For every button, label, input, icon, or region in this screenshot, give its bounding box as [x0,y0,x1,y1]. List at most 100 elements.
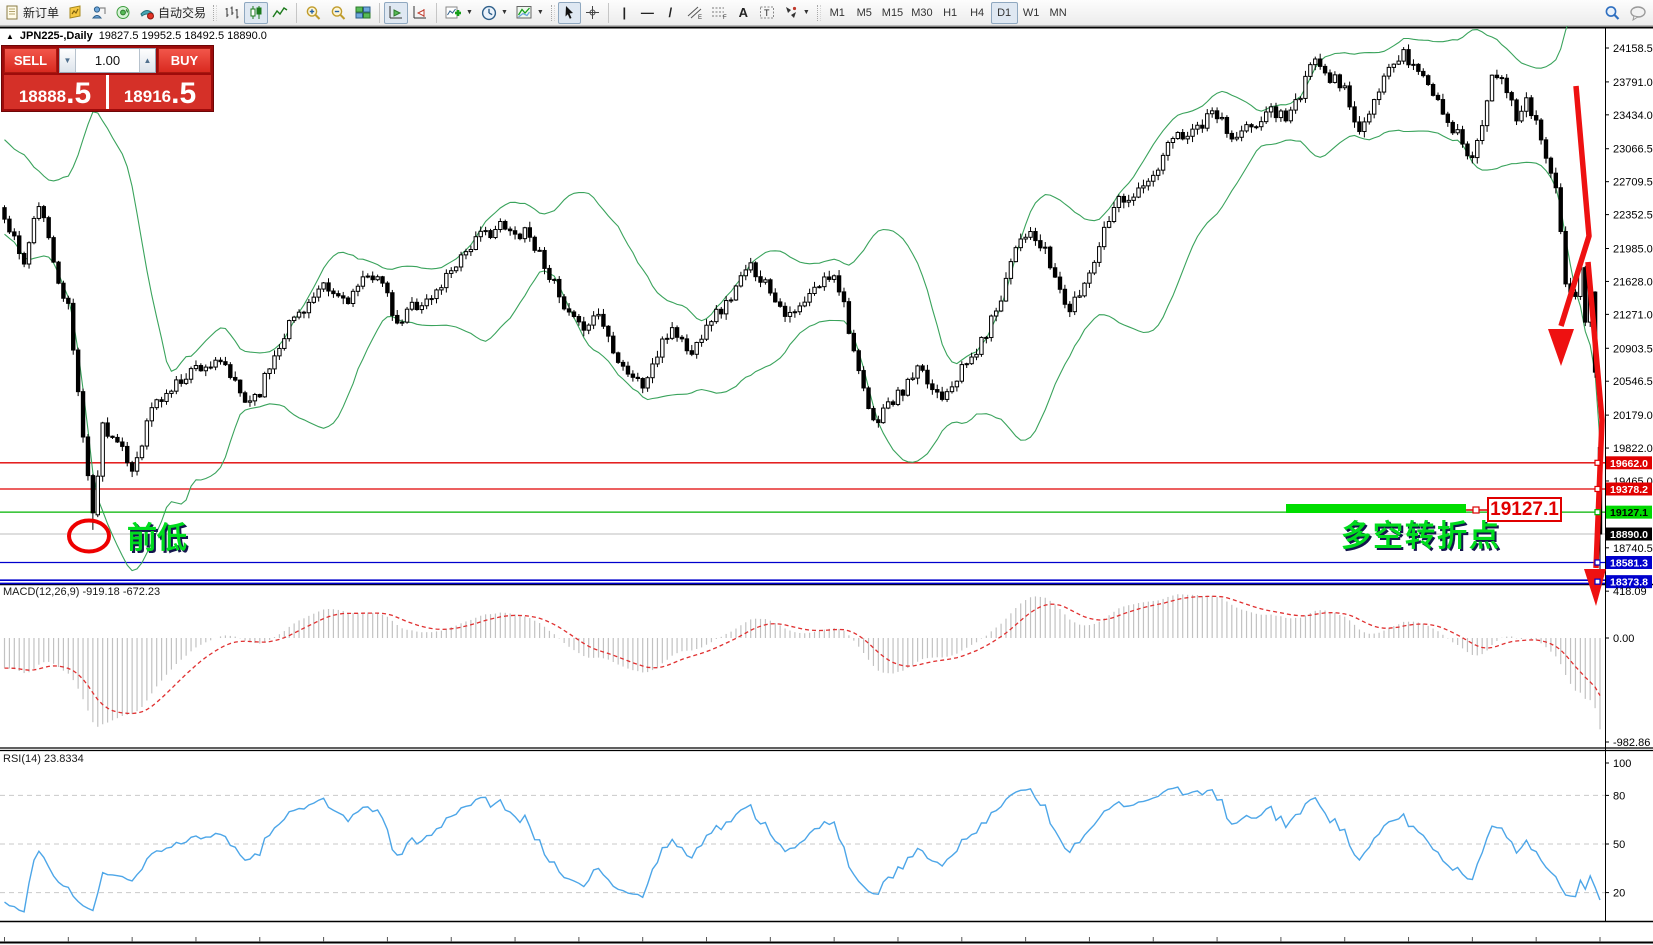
volume-input[interactable] [76,49,139,72]
sell-button[interactable]: SELL [4,48,57,73]
indicators-dropdown-caret[interactable]: ▼ [466,9,473,16]
auto-scroll-button[interactable] [384,2,408,24]
profiles-button[interactable] [63,2,87,24]
periods-icon [481,5,497,21]
horizontal-line-icon: — [641,5,654,20]
timeframe-m5[interactable]: M5 [851,2,878,24]
cursor-icon [562,5,576,20]
svg-text:19662.0: 19662.0 [1610,458,1648,470]
fibonacci-button[interactable]: F [707,2,732,24]
chart-window: 24158.523791.023434.023066.522709.522352… [0,26,1653,945]
chart-canvas[interactable]: 24158.523791.023434.023066.522709.522352… [0,26,1653,945]
svg-text:21628.0: 21628.0 [1613,276,1653,288]
indicators-icon [445,5,462,21]
navigator-button[interactable] [87,2,111,24]
sell-price-frac: .5 [66,80,91,108]
templates-dropdown-caret[interactable]: ▼ [537,9,544,16]
pivot-price-label: 19127.1 [1487,497,1562,522]
new-order-icon [6,5,20,20]
zoom-in-button[interactable] [301,2,326,24]
arrows-dropdown-caret[interactable]: ▼ [803,9,810,16]
volume-decrease-button[interactable]: ▼ [60,49,76,72]
ohlc-values: 19827.5 19952.5 18492.5 18890.0 [99,30,267,42]
sell-price[interactable]: 18888.5 [4,75,106,109]
sell-price-int: 18888 [19,86,66,108]
volume-increase-button[interactable]: ▲ [139,49,155,72]
timeframe-w1[interactable]: W1 [1018,2,1045,24]
buy-button[interactable]: BUY [158,48,211,73]
templates-button[interactable]: ▼ [512,2,548,24]
new-order-button[interactable]: 新订单 [2,2,63,24]
sonar-icon [115,5,131,20]
svg-text:418.09: 418.09 [1613,586,1647,598]
toolbar-separator [436,3,437,23]
svg-text:18740.5: 18740.5 [1613,543,1653,555]
timeframe-h1[interactable]: H1 [937,2,964,24]
svg-text:19378.2: 19378.2 [1610,484,1648,496]
svg-text:24158.5: 24158.5 [1613,43,1653,55]
svg-text:19822.0: 19822.0 [1613,443,1653,455]
annotation-pivot-point: 多空转折点 [1341,522,1501,552]
text-label-icon: T [759,5,775,20]
chart-candles-icon [248,5,264,20]
arrows-button[interactable]: ▼ [779,2,814,24]
periods-button[interactable]: ▼ [477,2,512,24]
svg-text:20903.5: 20903.5 [1613,343,1653,355]
chart-bars-icon [224,5,240,20]
cursor-button[interactable] [558,2,581,24]
svg-text:18581.3: 18581.3 [1610,558,1648,570]
toolbar-grip [551,5,555,21]
svg-text:18890.0: 18890.0 [1610,529,1648,541]
auto-trading-button[interactable]: 自动交易 [135,2,210,24]
arrows-icon [783,5,799,20]
channel-icon: E [686,5,703,20]
search-icon [1604,5,1621,21]
timeframe-mn[interactable]: MN [1045,2,1072,24]
timeframe-m1[interactable]: M1 [824,2,851,24]
toolbar-grip [817,5,821,21]
crosshair-button[interactable] [581,2,604,24]
chart-line-button[interactable] [268,2,292,24]
chat-button[interactable] [1625,2,1651,24]
trendline-button[interactable]: / [659,2,682,24]
navigator-icon [91,5,107,20]
timeframe-h4[interactable]: H4 [964,2,991,24]
chart-candles-button[interactable] [244,2,268,24]
timeframe-d1[interactable]: D1 [991,2,1018,24]
svg-text:-982.86: -982.86 [1613,737,1650,749]
volume-spinner: ▼ ▲ [59,48,156,73]
tile-windows-button[interactable] [351,2,375,24]
toolbar-grip [213,5,217,21]
zoom-in-icon [305,5,322,21]
vertical-line-icon: | [623,5,627,20]
trendline-icon: / [669,5,673,20]
market-watch-button[interactable] [111,2,135,24]
chat-icon [1629,5,1647,21]
svg-text:T: T [764,8,770,18]
templates-icon [516,5,533,20]
one-click-trading-panel: SELL ▼ ▲ BUY 18888.5 18916.5 [1,45,214,112]
periods-dropdown-caret[interactable]: ▼ [501,9,508,16]
equidistant-channel-button[interactable]: E [682,2,707,24]
vertical-line-button[interactable]: | [613,2,636,24]
horizontal-line-button[interactable]: — [636,2,659,24]
svg-text:F: F [723,15,727,20]
chart-shift-button[interactable] [408,2,432,24]
indicators-button[interactable]: ▼ [441,2,477,24]
chart-title: ▲ JPN225-,Daily 19827.5 19952.5 18492.5 … [6,30,267,42]
pivot-highlight-bar [1286,504,1466,513]
svg-text:21271.0: 21271.0 [1613,309,1653,321]
text-label-button[interactable]: T [755,2,779,24]
svg-text:20: 20 [1613,888,1625,900]
buy-price[interactable]: 18916.5 [109,75,211,109]
timeframe-m30[interactable]: M30 [907,2,936,24]
chart-bars-button[interactable] [220,2,244,24]
timeframe-m15[interactable]: M15 [878,2,907,24]
zoom-out-button[interactable] [326,2,351,24]
autotrade-icon [139,5,155,20]
search-button[interactable] [1600,2,1625,24]
rsi-name: RSI(14) [3,753,41,765]
svg-text:19127.1: 19127.1 [1610,507,1648,519]
new-order-label: 新订单 [23,4,59,21]
text-button[interactable]: A [732,2,755,24]
